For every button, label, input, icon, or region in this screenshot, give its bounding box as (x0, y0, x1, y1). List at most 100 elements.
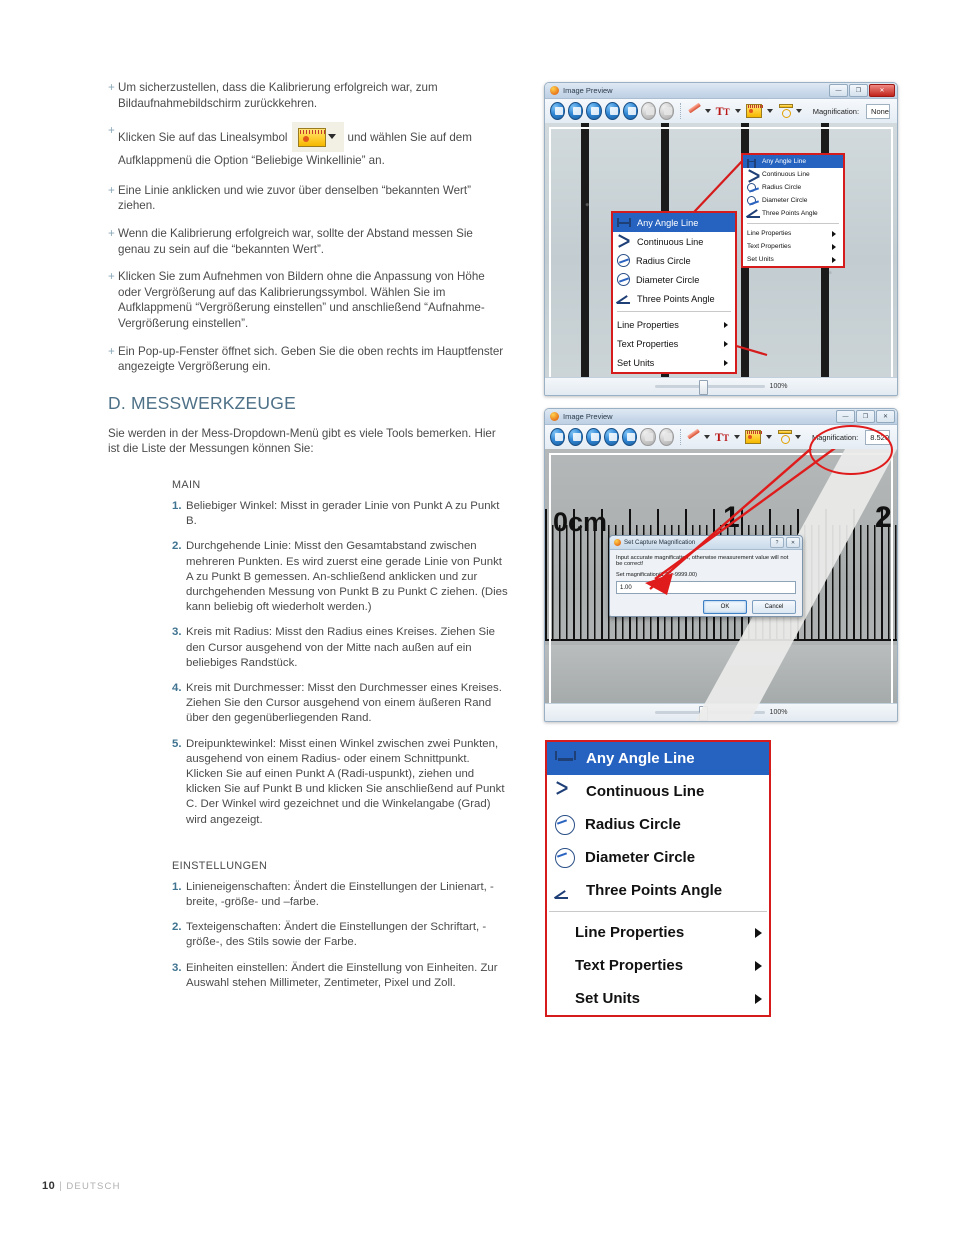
list-item: 2. Durchgehende Linie: Misst den Gesamta… (172, 539, 508, 615)
print-icon[interactable] (586, 428, 602, 446)
menu-item-continuous-line[interactable]: Continuous Line (743, 168, 843, 181)
menu-item-label: Three Points Angle (637, 293, 715, 304)
menu-item-set-units[interactable]: Set Units (547, 982, 769, 1015)
menu-item-radius-circle[interactable]: Radius Circle (743, 181, 843, 194)
any-angle-line-icon (747, 158, 756, 168)
menu-item-line-properties[interactable]: Line Properties (547, 916, 769, 949)
menu-item-label: Radius Circle (636, 255, 691, 266)
image-preview-window-top[interactable]: Image Preview — ❐ ✕ TT Magnification: No… (544, 82, 898, 396)
menu-item-three-points-angle[interactable]: Three Points Angle (743, 207, 843, 220)
menu-item-label: Any Angle Line (586, 750, 695, 767)
chevron-down-icon[interactable] (765, 435, 772, 439)
menu-item-radius-circle[interactable]: Radius Circle (547, 808, 769, 841)
chevron-down-icon[interactable] (795, 109, 802, 113)
chevron-down-icon[interactable] (704, 109, 711, 113)
next-arrow-icon[interactable] (622, 428, 638, 446)
menu-item-label: Continuous Line (637, 236, 704, 247)
menu-item-text-properties[interactable]: Text Properties (613, 334, 735, 353)
list-item: 2. Texteigenschaften: Ändert die Einstel… (172, 920, 508, 950)
bullet-item: + Eine Linie anklicken und wie zuvor übe… (108, 183, 508, 214)
chevron-down-icon[interactable] (703, 435, 710, 439)
menu-item-three-points-angle[interactable]: Three Points Angle (547, 874, 769, 907)
draw-pencil-icon[interactable] (687, 430, 698, 444)
previous-arrow-icon[interactable] (604, 428, 620, 446)
magnification-field[interactable]: None (866, 103, 890, 119)
menu-item-diameter-circle[interactable]: Diameter Circle (743, 194, 843, 207)
calibration-icon[interactable] (777, 430, 792, 444)
menu-item-line-properties[interactable]: Line Properties (613, 315, 735, 334)
menu-item-any-angle-line[interactable]: Any Angle Line (743, 155, 843, 168)
document-page: + Um sicherzustellen, dass die Kalibrier… (0, 0, 954, 1235)
measure-ruler-icon[interactable] (745, 104, 763, 118)
image-canvas[interactable]: 0cm 1 2 Set Capture Magnification ? ✕ In… (545, 449, 897, 721)
maximize-button[interactable]: ❐ (849, 84, 868, 97)
measure-ruler-icon[interactable] (744, 430, 762, 444)
image-preview-window-bottom[interactable]: Image Preview — ❐ ✕ TT Magnification: 8.… (544, 408, 898, 722)
home-icon[interactable] (550, 428, 566, 446)
draw-pencil-icon[interactable] (688, 104, 700, 118)
close-button[interactable]: ✕ (876, 410, 895, 423)
left-text-column: + Um sicherzustellen, dass die Kalibrier… (108, 80, 508, 1001)
maximize-button[interactable]: ❐ (856, 410, 875, 423)
close-button[interactable]: ✕ (869, 84, 895, 97)
bullet-text: Um sicherzustellen, dass die Kalibrierun… (118, 81, 438, 110)
chevron-down-icon[interactable] (766, 109, 773, 113)
text-tool-icon[interactable]: TT (716, 105, 730, 117)
list-number: 2. (172, 921, 182, 934)
bullet-item-with-icon: + Klicken Sie auf das Linealsymbol und wä… (108, 122, 508, 169)
minimize-button[interactable]: — (836, 410, 855, 423)
list-item: 3. Kreis mit Radius: Misst den Radius ei… (172, 625, 508, 671)
bullet-text: Klicken Sie auf das Linealsymbol und wähl… (118, 122, 508, 169)
print-icon[interactable] (586, 102, 602, 120)
submenu-arrow-icon (832, 230, 836, 237)
submenu-arrow-icon (755, 960, 762, 971)
menu-item-label: Any Angle Line (637, 217, 699, 228)
minimize-button[interactable]: — (829, 84, 848, 97)
list-text: Texteigenschaften: Ändert die Einstellun… (186, 921, 487, 949)
list-text: Linieneigenschaften: Ändert die Einstell… (186, 880, 494, 908)
menu-item-label: Line Properties (747, 230, 792, 237)
home-icon[interactable] (550, 102, 566, 120)
menu-item-any-angle-line[interactable]: Any Angle Line (613, 213, 735, 232)
list-number: 1. (172, 880, 182, 893)
chevron-down-icon[interactable] (733, 435, 740, 439)
footer-separator: | (59, 1181, 63, 1192)
submenu-arrow-icon (755, 927, 762, 938)
image-canvas[interactable]: Any Angle Line Continuous Line Radius Ci… (545, 123, 897, 395)
menu-item-text-properties[interactable]: Text Properties (547, 949, 769, 982)
menu-item-continuous-line[interactable]: Continuous Line (547, 775, 769, 808)
list-number: 3. (172, 961, 182, 974)
menu-item-label: Diameter Circle (585, 849, 696, 866)
measure-dropdown-magnified[interactable]: Any Angle Line Continuous Line Radius Ci… (611, 211, 737, 374)
next-arrow-icon[interactable] (622, 102, 638, 120)
list-text: Kreis mit Radius: Misst den Radius eines… (186, 626, 495, 669)
new-document-icon[interactable] (568, 102, 584, 120)
chevron-down-icon[interactable] (794, 435, 801, 439)
menu-item-diameter-circle[interactable]: Diameter Circle (547, 841, 769, 874)
new-document-icon[interactable] (568, 428, 584, 446)
section-heading: D. MESSWERKZEUGE (108, 392, 296, 413)
chevron-down-icon[interactable] (734, 109, 741, 113)
menu-item-continuous-line[interactable]: Continuous Line (613, 232, 735, 251)
submenu-arrow-icon (724, 321, 728, 328)
text-tool-icon[interactable]: TT (715, 431, 729, 443)
menu-item-text-properties[interactable]: Text Properties (743, 240, 843, 253)
radius-circle-icon (747, 183, 756, 192)
menu-item-diameter-circle[interactable]: Diameter Circle (613, 270, 735, 289)
bullet-text: Ein Pop-up-Fenster öffnet sich. Geben Si… (118, 344, 504, 374)
previous-arrow-icon[interactable] (604, 102, 620, 120)
menu-item-set-units[interactable]: Set Units (743, 253, 843, 266)
measure-dropdown-large[interactable]: Any Angle Line Continuous Line Radius Ci… (545, 740, 771, 1017)
menu-item-radius-circle[interactable]: Radius Circle (613, 251, 735, 270)
zoom-out-icon (640, 428, 656, 446)
menu-item-three-points-angle[interactable]: Three Points Angle (613, 289, 735, 308)
zoom-in-icon (658, 428, 674, 446)
menu-divider (617, 311, 731, 312)
measure-dropdown-small[interactable]: Any Angle Line Continuous Line Radius Ci… (741, 153, 845, 268)
menu-item-set-units[interactable]: Set Units (613, 353, 735, 372)
menu-item-line-properties[interactable]: Line Properties (743, 227, 843, 240)
calibration-icon[interactable] (778, 104, 793, 118)
list-text: Einheiten einstellen: Ändert die Einstel… (186, 961, 498, 989)
menu-item-label: Text Properties (575, 957, 684, 974)
menu-item-any-angle-line[interactable]: Any Angle Line (547, 742, 769, 775)
